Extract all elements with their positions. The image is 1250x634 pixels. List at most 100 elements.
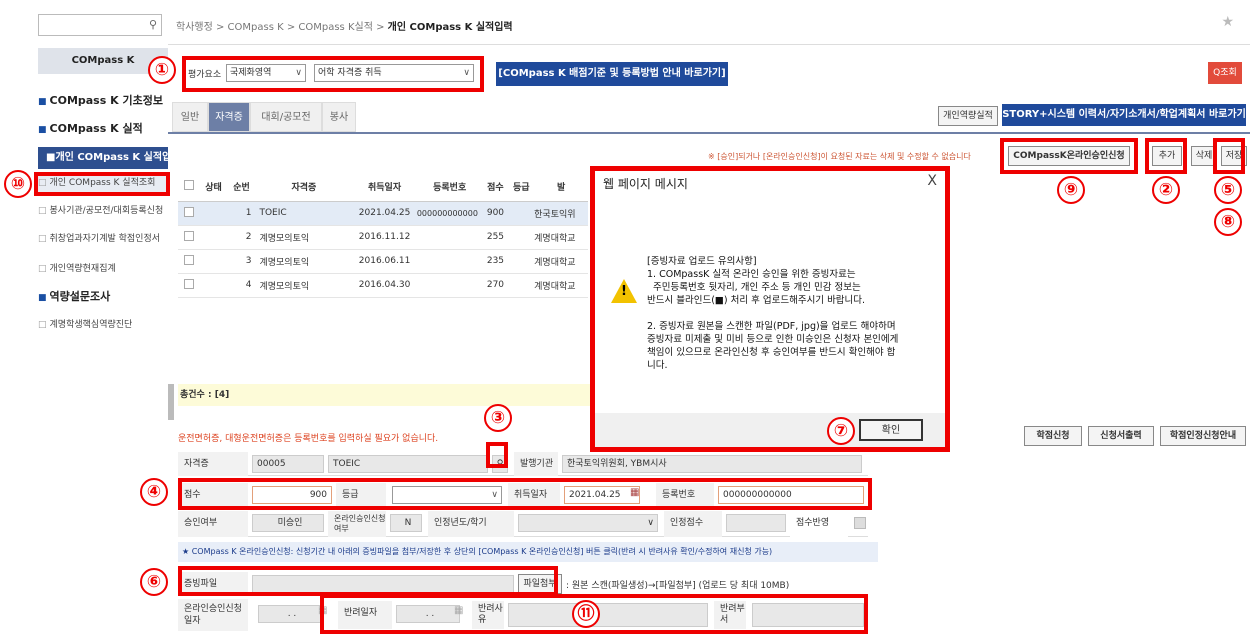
sidebar-item-results[interactable]: COMpass K 실적 (38, 118, 168, 140)
search-icon[interactable]: ⚲ (149, 18, 157, 31)
reject-reason-field (508, 603, 708, 627)
notice-text: ※ [승인]되거나 [온라인승인신청]이 요청된 자료는 삭제 및 수정할 수 … (708, 152, 971, 161)
table-row[interactable]: 3 계명모의토익 2016.06.11 235 계명대학교 (178, 249, 588, 274)
regno-input[interactable]: 000000000000 (718, 486, 864, 504)
cert-name-field: TOEIC (328, 455, 488, 473)
reject-row: 온라인승인신청일자 . . ▦ 반려일자 . . ▦ 반려사유 반려부서 (178, 599, 868, 631)
close-icon[interactable]: X (927, 173, 937, 189)
date-input[interactable]: 2021.04.25 (564, 486, 640, 504)
cert-code-field: 00005 (252, 455, 324, 473)
sidebar-search-input[interactable]: ⚲ (38, 14, 162, 36)
marker-8: ⑧ (1214, 208, 1242, 236)
divider (168, 44, 1250, 45)
sidebar-item-results-view[interactable]: 개인 COMpass K 실적조회 (38, 172, 168, 194)
scrollbar-handle[interactable] (168, 384, 174, 420)
add-button[interactable]: 추가 (1152, 146, 1182, 166)
file-hint: : 원본 스캔(파일생성)→[파일첨부] (업로드 당 최대 10MB) (566, 581, 790, 591)
tab-certificate[interactable]: 자격증 (208, 102, 250, 132)
sidebar-item-results-input[interactable]: 개인 COMpass K 실적입력 (38, 147, 168, 169)
query-button[interactable]: Q조회 (1208, 62, 1242, 84)
breadcrumb: 학사행정 > COMpass K > COMpass K실적 > 개인 COMp… (176, 18, 513, 33)
total-count: 총건수 : [4] (178, 384, 594, 406)
table-row[interactable]: 4 계명모의토익 2016.04.30 270 계명대학교 (178, 273, 588, 298)
row-checkbox[interactable] (183, 254, 194, 265)
personal-results-button[interactable]: 개인역량실적 (938, 106, 998, 126)
row-checkbox[interactable] (183, 278, 194, 289)
print-form-button[interactable]: 신청서출력 (1088, 426, 1154, 446)
col-cert: 자격증 (255, 173, 353, 202)
cert-search-icon[interactable]: ⚲ (492, 455, 508, 473)
tab-volunteer[interactable]: 봉사 (322, 102, 356, 132)
guide-link-button[interactable]: [COMpass K 배점기준 및 등록방법 안내 바로가기] (496, 62, 728, 86)
breadcrumb-current: 개인 COMpass K 실적입력 (387, 22, 513, 33)
online-field: N (390, 514, 422, 532)
approve-field: 미승인 (252, 514, 324, 532)
issuer-label: 발행기관 (514, 452, 558, 476)
table-row[interactable]: 1 TOEIC 2021.04.25 000000000000 900 한국토익… (178, 201, 588, 226)
score-input[interactable]: 900 (252, 486, 332, 504)
calendar-icon[interactable]: ▦ (318, 605, 327, 616)
select-all-checkbox[interactable] (183, 180, 194, 191)
category-select[interactable]: 국제화영역 ∨ (226, 64, 306, 82)
col-grade: 등급 (508, 173, 535, 202)
warning-icon: ! (611, 279, 637, 303)
reject-dept-label: 반려부서 (714, 601, 746, 629)
tab-contest[interactable]: 대회/공모전 (250, 102, 322, 132)
file-attach-button[interactable]: 파일첨부 (518, 574, 562, 594)
save-button[interactable]: 저장 (1221, 146, 1247, 166)
marker-3: ③ (484, 404, 512, 432)
approve-label: 승인여부 (178, 511, 248, 537)
sidebar-item-core-diagnosis[interactable]: 계명학생핵심역량진단 (38, 314, 168, 336)
marker-9: ⑨ (1057, 176, 1085, 204)
date-label: 취득일자 (508, 483, 560, 507)
year-select[interactable]: ∨ (518, 514, 658, 532)
grade-select[interactable]: ∨ (392, 486, 502, 504)
sidebar-item-basic-info[interactable]: COMpass K 기초정보 (38, 90, 168, 112)
calendar-icon[interactable]: ▦ (454, 605, 463, 616)
credit-field (726, 514, 786, 532)
table-header-row: 상태 순번 자격증 취득일자 등록번호 점수 등급 발 (178, 173, 588, 202)
reject-date-label: 반려일자 (338, 601, 392, 629)
col-score: 점수 (482, 173, 509, 202)
online-approval-button[interactable]: COMpassK온라인승인신청 (1008, 146, 1130, 166)
online-date-label: 온라인승인신청일자 (178, 599, 248, 631)
calendar-icon[interactable]: ▦ (630, 487, 639, 498)
tab-underline (168, 132, 1250, 134)
ok-button[interactable]: 확인 (859, 419, 923, 441)
sidebar: ⚲ COMpass K COMpass K 기초정보 COMpass K 실적 … (0, 0, 168, 634)
tab-general[interactable]: 일반 (172, 102, 208, 132)
filter-label: 평가요소 (188, 70, 222, 80)
row-checkbox[interactable] (183, 230, 194, 241)
online-label: 온라인승인신청여부 (328, 511, 386, 537)
approval-row: 승인여부 미승인 온라인승인신청여부 N 인정년도/학기 ∨ 인정점수 점수반영 (178, 511, 868, 537)
sidebar-item-volunteer-register[interactable]: 봉사기관/공모전/대회등록신청 (38, 200, 168, 222)
reflect-checkbox[interactable] (854, 517, 866, 529)
sidebar-item-survey[interactable]: 역량설문조사 (38, 286, 168, 308)
regno-label: 등록번호 (656, 483, 714, 507)
sidebar-item-credit-cert[interactable]: 취창업과자기계발 학점인정서 (38, 228, 168, 250)
reject-date-field: . . (396, 605, 460, 623)
grade-label: 등급 (336, 483, 386, 507)
sidebar-item-current-summary[interactable]: 개인역량현재집계 (38, 258, 168, 280)
item-select[interactable]: 어학 자격증 취득 ∨ (314, 64, 474, 82)
col-regno: 등록번호 (416, 173, 483, 202)
marker-4: ④ (140, 478, 168, 506)
marker-11: ⑪ (572, 600, 600, 628)
col-status: 상태 (199, 173, 228, 202)
issuer-field: 한국토익위원회, YBM시사 (562, 455, 862, 473)
cert-label: 자격증 (178, 452, 248, 476)
marker-1: ① (148, 56, 176, 84)
cert-row: 자격증 00005 TOEIC ⚲ 발행기관 한국토익위원회, YBM시사 (178, 452, 868, 476)
score-row: 점수 900 등급 ∨ 취득일자 2021.04.25 ▦ 등록번호 00000… (178, 483, 868, 507)
dialog-message: [증빙자료 업로드 유의사항] 1. COMpassK 실적 온라인 승인을 위… (647, 256, 899, 371)
delete-button[interactable]: 삭제 (1191, 146, 1217, 166)
main-content: 학사행정 > COMpass K > COMpass K실적 > 개인 COMp… (168, 0, 1250, 634)
score-label: 점수 (178, 483, 248, 507)
credit-apply-button[interactable]: 학점신청 (1024, 426, 1082, 446)
table-row[interactable]: 2 계명모의토익 2016.11.12 255 계명대학교 (178, 225, 588, 250)
row-checkbox[interactable] (183, 206, 194, 217)
breadcrumb-path[interactable]: 학사행정 > COMpass K > COMpass K실적 > (176, 22, 388, 33)
favorite-star-icon[interactable]: ★ (1221, 14, 1234, 30)
story-link-button[interactable]: STORY+시스템 이력서/자기소개서/학업계획서 바로가기 (1002, 104, 1246, 126)
credit-guide-button[interactable]: 학점인정신청안내 (1160, 426, 1246, 446)
